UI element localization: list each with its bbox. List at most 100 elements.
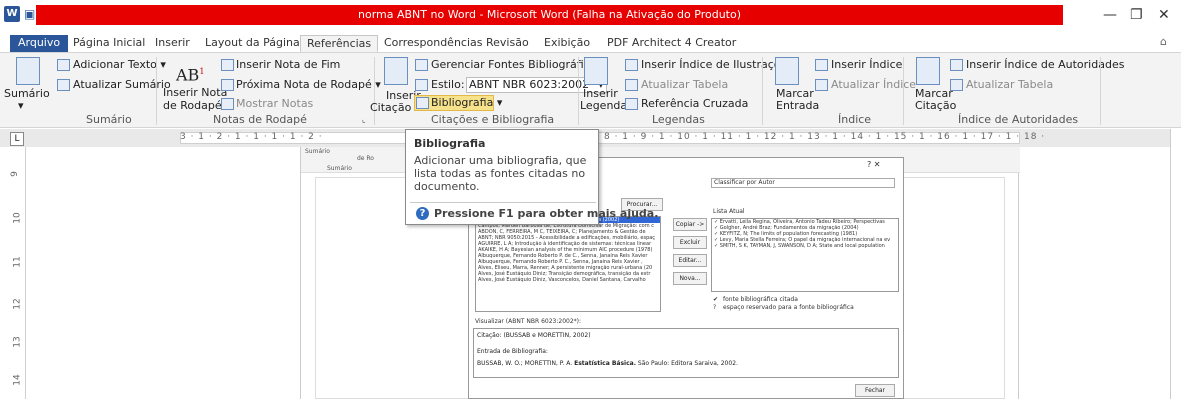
tab-revisao[interactable]: Revisão bbox=[486, 35, 529, 52]
manage-sources-button[interactable]: Gerenciar Fontes Bibliográficas bbox=[431, 58, 602, 72]
tab-inserir[interactable]: Inserir bbox=[155, 35, 190, 52]
tab-pagina-inicial[interactable]: Página Inicial bbox=[73, 35, 145, 52]
mark-entry-icon bbox=[775, 57, 799, 85]
vruler-number: 11 bbox=[12, 256, 23, 268]
insert-figures-table-button[interactable]: Inserir Índice de Ilustrações bbox=[641, 58, 793, 72]
footnote-icon: AB1 bbox=[176, 65, 205, 85]
insert-footnote-line1[interactable]: Inserir Nota bbox=[163, 86, 227, 100]
legend-cited-icon: ✔ bbox=[713, 296, 719, 303]
current-list[interactable]: ✓ Ervatti, Leila Regina, Oliveira, Anton… bbox=[711, 218, 899, 292]
separator bbox=[762, 57, 763, 125]
save-icon[interactable]: ▣ bbox=[24, 6, 35, 22]
insert-figures-table-icon bbox=[625, 59, 638, 71]
help-icon: ? bbox=[416, 207, 429, 220]
group-label-citacoes: Citações e Bibliografia bbox=[431, 113, 555, 126]
tab-layout[interactable]: Layout da Página bbox=[205, 35, 300, 52]
sumario-dropdown-icon[interactable]: ▾ bbox=[18, 99, 24, 113]
delete-button[interactable]: Excluir bbox=[673, 236, 707, 249]
insert-caption-icon bbox=[584, 57, 608, 85]
insert-endnote-button[interactable]: Inserir Nota de Fim bbox=[236, 58, 340, 72]
mini-label: Sumário bbox=[305, 148, 330, 155]
vruler-number: 13 bbox=[12, 336, 23, 348]
tooltip-divider bbox=[410, 202, 596, 203]
cross-reference-button[interactable]: Referência Cruzada bbox=[641, 97, 748, 111]
preview-entry: BUSSAB, W. O.; MORETTIN, P. A. Estatísti… bbox=[477, 360, 738, 367]
update-authorities-button[interactable]: Atualizar Tabela bbox=[966, 78, 1053, 92]
table-of-contents-icon bbox=[16, 57, 40, 85]
bibliography-button[interactable]: Bibliografia ▾ bbox=[431, 96, 502, 110]
dialog-launcher-icon[interactable]: ⌞ bbox=[362, 115, 366, 124]
insert-authorities-icon bbox=[950, 59, 963, 71]
insert-citation-icon bbox=[384, 57, 408, 85]
vertical-ruler[interactable]: 9 10 11 12 13 14 bbox=[10, 147, 26, 399]
tab-selector-icon[interactable]: L bbox=[10, 132, 24, 146]
current-list-label: Lista Atual bbox=[713, 208, 745, 215]
list-item[interactable]: Alves, José Eustáquio Diniz, Vasconcelos… bbox=[476, 277, 660, 283]
preview-title: Estatística Básica. bbox=[574, 360, 636, 367]
tooltip-title: Bibliografia bbox=[414, 137, 486, 150]
title-bar: W ▣ ↶ ↷ ▾ norma ABNT no Word - Microsoft… bbox=[0, 0, 1181, 34]
collapse-ribbon-icon[interactable]: ⌂ bbox=[1160, 34, 1167, 51]
vruler-number: 10 bbox=[12, 212, 23, 224]
group-label-sumario: Sumário bbox=[86, 113, 132, 126]
style-icon bbox=[415, 79, 428, 91]
tooltip-description: Adicionar uma bibliografia, que lista to… bbox=[414, 154, 587, 193]
cross-reference-icon bbox=[625, 98, 638, 110]
ribbon-tabs: Arquivo Página Inicial Inserir Layout da… bbox=[0, 34, 1181, 52]
insert-caption-line2[interactable]: Legenda bbox=[580, 99, 627, 113]
ruler-numbers-left: 3 · 1 · 2 · 1 · 1 · 1 · 1 · 2 · bbox=[180, 132, 323, 142]
separator bbox=[903, 57, 904, 125]
tab-exibicao[interactable]: Exibição bbox=[544, 35, 590, 52]
word-icon[interactable]: W bbox=[4, 6, 20, 22]
bibliography-tooltip: Bibliografia Adicionar uma bibliografia,… bbox=[405, 129, 658, 225]
next-footnote-button[interactable]: Próxima Nota de Rodapé ▾ bbox=[236, 78, 381, 92]
vruler-number: 12 bbox=[12, 298, 23, 310]
close-dialog-button[interactable]: Fechar bbox=[855, 384, 895, 397]
vruler-number: 9 bbox=[9, 171, 20, 177]
copy-button[interactable]: Copiar -> bbox=[673, 218, 707, 231]
preview-rest: São Paulo: Editora Saraiva, 2002. bbox=[637, 360, 738, 367]
group-label-notas: Notas de Rodapé bbox=[213, 113, 307, 126]
show-notes-button[interactable]: Mostrar Notas bbox=[236, 97, 313, 111]
endnote-icon bbox=[221, 59, 234, 71]
dialog-controls[interactable]: ? ✕ bbox=[867, 161, 881, 169]
list-item[interactable]: ✓ SMITH, S K, TAYMAN, J, SWANSON, D A; S… bbox=[712, 243, 898, 249]
sort-select[interactable]: Classificar por Autor bbox=[711, 178, 895, 188]
window-title: norma ABNT no Word - Microsoft Word (Fal… bbox=[358, 8, 741, 21]
mini-label: Sumário bbox=[327, 165, 352, 172]
ribbon: Sumário ▾ Adicionar Texto ▾ Atualizar Su… bbox=[0, 52, 1181, 128]
close-button[interactable]: ✕ bbox=[1158, 8, 1170, 22]
vruler-number: 14 bbox=[12, 374, 23, 386]
sumario-button[interactable]: Sumário bbox=[4, 87, 50, 101]
tab-arquivo[interactable]: Arquivo bbox=[10, 35, 69, 52]
tab-pdf-architect[interactable]: PDF Architect 4 Creator bbox=[607, 35, 736, 52]
master-list[interactable]: BUSSAB, W.O.; MORETTIN, P. A. Estatístic… bbox=[475, 216, 661, 312]
update-figures-table-button[interactable]: Atualizar Tabela bbox=[641, 78, 728, 92]
update-authorities-icon bbox=[950, 79, 963, 91]
mark-entry-line2[interactable]: Entrada bbox=[776, 99, 819, 113]
insert-footnote-line2[interactable]: de Rodapé bbox=[163, 99, 222, 113]
vertical-scrollbar[interactable] bbox=[1170, 129, 1181, 399]
edit-button[interactable]: Editar... bbox=[673, 254, 707, 267]
preview-box: Citação: (BUSSAB e MORETTIN, 2002) Entra… bbox=[473, 328, 899, 378]
new-button[interactable]: Nova... bbox=[673, 272, 707, 285]
mini-label: de Ro bbox=[357, 155, 374, 162]
separator bbox=[1100, 57, 1101, 125]
manage-sources-icon bbox=[415, 59, 428, 71]
group-label-autoridades: Índice de Autoridades bbox=[958, 113, 1079, 126]
minimize-button[interactable]: — bbox=[1103, 8, 1117, 22]
style-label: Estilo: bbox=[431, 78, 465, 91]
mark-citation-icon bbox=[916, 57, 940, 85]
update-table-icon bbox=[57, 79, 70, 91]
show-notes-icon bbox=[221, 98, 234, 110]
mark-citation-line2[interactable]: Citação bbox=[915, 99, 956, 113]
tab-correspondencias[interactable]: Correspondências bbox=[384, 35, 483, 52]
insert-index-button[interactable]: Inserir Índice bbox=[831, 58, 902, 72]
add-text-button[interactable]: Adicionar Texto ▾ bbox=[73, 58, 166, 72]
restore-button[interactable]: ❐ bbox=[1130, 8, 1143, 22]
ruler-numbers-right: 8 · 1 · 9 · 1 · 10 · 1 · 11 · 1 · 12 · 1… bbox=[604, 132, 1046, 142]
preview-authors: BUSSAB, W. O.; MORETTIN, P. A. bbox=[477, 360, 573, 367]
update-index-icon bbox=[815, 79, 828, 91]
insert-citation-line2[interactable]: Citação ▾ bbox=[370, 101, 420, 115]
tab-referencias[interactable]: Referências bbox=[300, 35, 379, 52]
